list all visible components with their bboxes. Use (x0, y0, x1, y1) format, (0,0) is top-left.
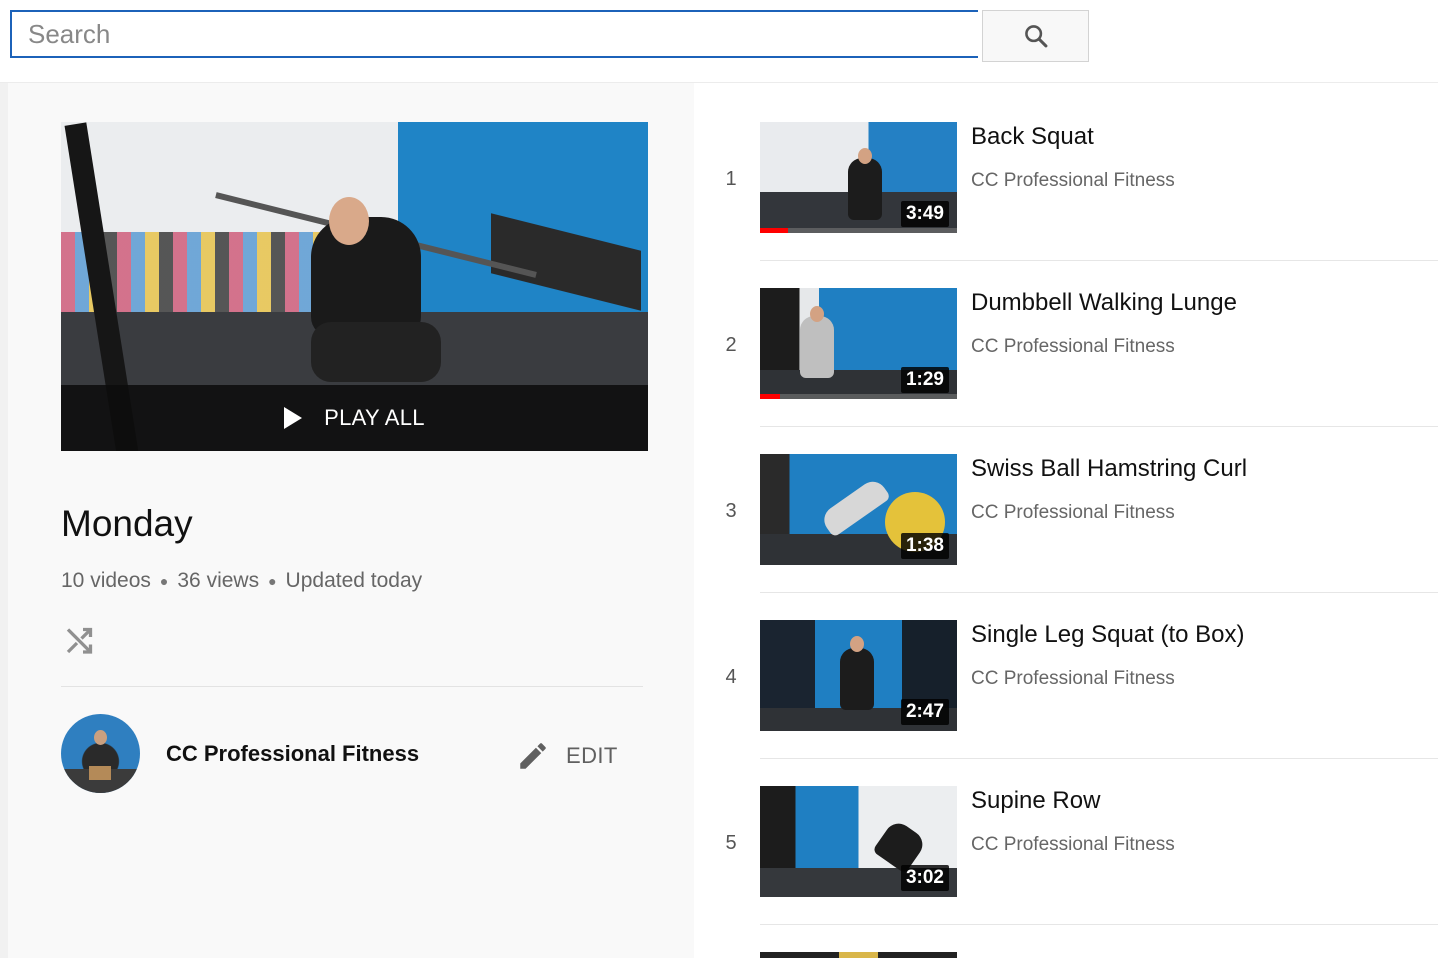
view-count: 36 views (177, 569, 260, 592)
search-icon (1024, 25, 1047, 48)
playlist-title: Monday (61, 503, 193, 544)
video-thumbnail[interactable]: 1:38 (760, 454, 957, 565)
video-channel[interactable]: CC Professional Fitness (971, 668, 1175, 690)
next-video-row-peek (760, 952, 1438, 958)
video-index: 5 (725, 832, 737, 854)
search-input[interactable] (10, 10, 978, 58)
video-channel[interactable]: CC Professional Fitness (971, 834, 1175, 856)
video-index: 2 (725, 334, 737, 356)
watch-progress-track (760, 394, 957, 399)
search-button[interactable] (982, 10, 1089, 62)
video-title[interactable]: Dumbbell Walking Lunge (971, 289, 1237, 317)
playlist-owner-link[interactable]: CC Professional Fitness (166, 741, 419, 767)
video-duration: 1:38 (900, 533, 949, 559)
watch-progress-bar (760, 394, 780, 399)
playlist-video-row[interactable]: 2 1:29 Dumbbell Walking Lunge CC Profess… (700, 288, 1438, 454)
watch-progress-track (760, 228, 957, 233)
playlist-hero-thumbnail[interactable]: PLAY ALL (61, 122, 648, 451)
thumbnail-athlete (840, 648, 874, 710)
channel-avatar[interactable] (61, 714, 140, 793)
watch-progress-bar (760, 228, 788, 233)
divider (61, 686, 643, 687)
video-index: 4 (725, 666, 737, 688)
play-all-label: PLAY ALL (324, 405, 425, 430)
video-title[interactable]: Swiss Ball Hamstring Curl (971, 455, 1247, 483)
video-channel[interactable]: CC Professional Fitness (971, 336, 1175, 358)
video-count: 10 videos (61, 569, 151, 592)
video-title[interactable]: Supine Row (971, 787, 1100, 815)
video-index: 1 (725, 168, 737, 190)
thumbnail-athlete (848, 158, 882, 220)
playlist-video-row[interactable]: 3 1:38 Swiss Ball Hamstring Curl CC Prof… (700, 454, 1438, 620)
video-thumbnail[interactable]: 3:49 (760, 122, 957, 233)
thumbnail-athlete-head (858, 148, 872, 164)
shuffle-button[interactable] (62, 622, 98, 658)
video-duration: 1:29 (900, 367, 949, 393)
row-divider (760, 758, 1438, 759)
separator-dot: ● (159, 573, 169, 589)
playlist-video-row[interactable]: 4 2:47 Single Leg Squat (to Box) CC Prof… (700, 620, 1438, 786)
row-divider (760, 592, 1438, 593)
video-thumbnail[interactable]: 1:29 (760, 288, 957, 399)
edit-button[interactable]: EDIT (516, 736, 618, 776)
video-thumbnail[interactable]: 2:47 (760, 620, 957, 731)
thumbnail-athlete-head (810, 306, 824, 322)
video-duration: 2:47 (900, 699, 949, 725)
video-thumbnail[interactable]: 3:02 (760, 786, 957, 897)
play-all-button[interactable]: PLAY ALL (61, 385, 648, 451)
page-edge (0, 83, 8, 958)
video-channel[interactable]: CC Professional Fitness (971, 170, 1175, 192)
avatar-head (94, 730, 107, 745)
updated-text: Updated today (285, 569, 423, 592)
play-icon (284, 407, 303, 429)
edit-label: EDIT (566, 743, 618, 768)
row-divider (760, 924, 1438, 925)
video-channel[interactable]: CC Professional Fitness (971, 502, 1175, 524)
playlist-video-row[interactable]: 5 3:02 Supine Row CC Professional Fitnes… (700, 786, 1438, 952)
next-thumbnail-edge (760, 952, 957, 958)
thumbnail-athlete-head (850, 636, 864, 652)
video-duration: 3:49 (900, 201, 949, 227)
thumbnail-athlete (800, 316, 834, 378)
shuffle-icon (66, 627, 93, 654)
video-title[interactable]: Single Leg Squat (to Box) (971, 621, 1245, 649)
row-divider (760, 426, 1438, 427)
hero-scene-athlete-head (329, 197, 369, 245)
playlist-stats: 10 videos ● 36 views ● Updated today (61, 569, 422, 593)
video-duration: 3:02 (900, 865, 949, 891)
hero-scene-athlete (311, 217, 421, 337)
video-index: 3 (725, 500, 737, 522)
masthead (0, 0, 1438, 83)
playlist-video-row[interactable]: 1 3:49 Back Squat CC Professional Fitnes… (700, 122, 1438, 288)
row-divider (760, 260, 1438, 261)
avatar-box (89, 766, 111, 780)
video-title[interactable]: Back Squat (971, 123, 1094, 151)
separator-dot: ● (268, 573, 277, 589)
pencil-icon (520, 743, 546, 769)
hero-scene-athlete-legs (311, 322, 441, 382)
